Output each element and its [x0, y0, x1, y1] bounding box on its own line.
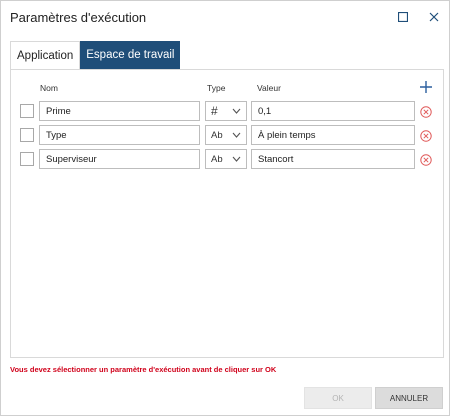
dialog-title: Paramètres d'exécution	[10, 10, 147, 25]
parameter-type-select[interactable]: #	[205, 101, 247, 121]
chevron-down-icon	[232, 108, 241, 114]
close-button[interactable]	[424, 7, 444, 27]
column-header-type: Type	[207, 83, 226, 93]
add-parameter-button[interactable]	[419, 80, 433, 94]
parameter-name-input[interactable]: Superviseur	[39, 149, 200, 169]
type-value: Ab	[211, 153, 223, 165]
type-value: Ab	[211, 129, 223, 141]
validation-error-message: Vous devez sélectionner un paramètre d'e…	[10, 365, 277, 374]
parameter-value-input[interactable]: Stancort	[251, 149, 415, 169]
column-header-name: Nom	[40, 83, 58, 93]
column-header-value: Valeur	[257, 83, 281, 93]
parameter-value-input[interactable]: 0,1	[251, 101, 415, 121]
tab-application[interactable]: Application	[10, 41, 81, 69]
type-value: #	[211, 104, 218, 118]
row-checkbox[interactable]	[20, 104, 34, 118]
maximize-icon	[398, 12, 408, 22]
parameters-panel: Nom Type Valeur Prime # 0,1 Type Ab À pl…	[10, 69, 444, 358]
row-checkbox[interactable]	[20, 152, 34, 166]
plus-icon	[420, 81, 432, 93]
remove-circle-icon	[420, 130, 432, 142]
close-icon	[429, 12, 439, 22]
parameter-value-input[interactable]: À plein temps	[251, 125, 415, 145]
parameter-row: Superviseur Ab Stancort	[11, 149, 445, 169]
tab-workspace[interactable]: Espace de travail	[80, 41, 181, 69]
remove-circle-icon	[420, 106, 432, 118]
parameter-row: Prime # 0,1	[11, 101, 445, 121]
maximize-button[interactable]	[393, 7, 413, 27]
remove-circle-icon	[420, 154, 432, 166]
parameter-name-input[interactable]: Prime	[39, 101, 200, 121]
tab-bar: Application Espace de travail	[10, 41, 181, 69]
parameter-row: Type Ab À plein temps	[11, 125, 445, 145]
parameter-type-select[interactable]: Ab	[205, 125, 247, 145]
chevron-down-icon	[232, 132, 241, 138]
cancel-button[interactable]: ANNULER	[375, 387, 443, 409]
parameter-type-select[interactable]: Ab	[205, 149, 247, 169]
delete-parameter-button[interactable]	[420, 153, 432, 166]
row-checkbox[interactable]	[20, 128, 34, 142]
parameter-name-input[interactable]: Type	[39, 125, 200, 145]
chevron-down-icon	[232, 156, 241, 162]
delete-parameter-button[interactable]	[420, 105, 432, 118]
delete-parameter-button[interactable]	[420, 129, 432, 142]
ok-button[interactable]: OK	[304, 387, 372, 409]
execution-parameters-dialog: Paramètres d'exécution Application Espac…	[0, 0, 450, 416]
